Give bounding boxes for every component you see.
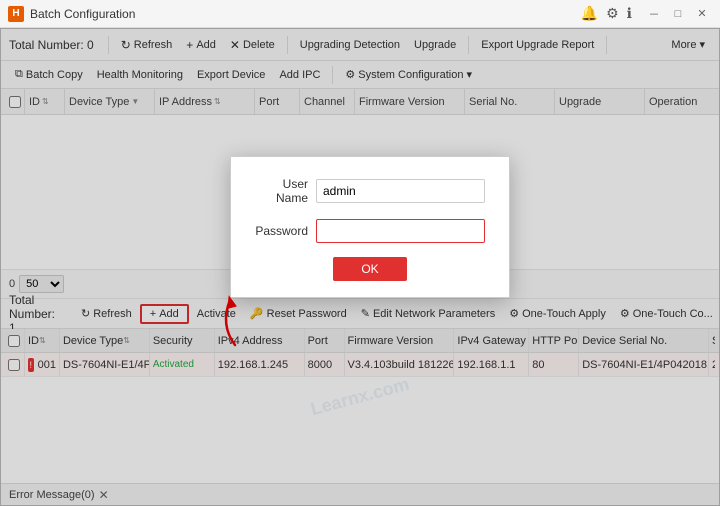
minimize-button[interactable]: － [644,4,664,24]
username-input[interactable] [316,179,485,203]
password-input[interactable] [316,219,485,243]
modal-overlay: User Name Password OK [0,28,720,506]
close-button[interactable]: ✕ [692,4,712,24]
app-icon: H [8,6,24,22]
window-title: Batch Configuration [30,7,135,21]
password-row: Password [255,219,485,243]
notification-icon[interactable]: 🔔 [581,5,598,22]
login-modal: User Name Password OK [230,156,510,298]
title-bar-icons: 🔔 ⚙ ℹ [581,5,632,22]
info-icon[interactable]: ℹ [627,5,632,22]
window-controls: － □ ✕ [644,4,712,24]
settings-icon[interactable]: ⚙ [606,5,619,22]
modal-footer: OK [255,257,485,281]
username-label: User Name [255,177,308,205]
ok-button[interactable]: OK [333,257,406,281]
title-bar: H Batch Configuration 🔔 ⚙ ℹ － □ ✕ [0,0,720,28]
username-row: User Name [255,177,485,205]
maximize-button[interactable]: □ [668,4,688,24]
password-label: Password [255,224,308,238]
